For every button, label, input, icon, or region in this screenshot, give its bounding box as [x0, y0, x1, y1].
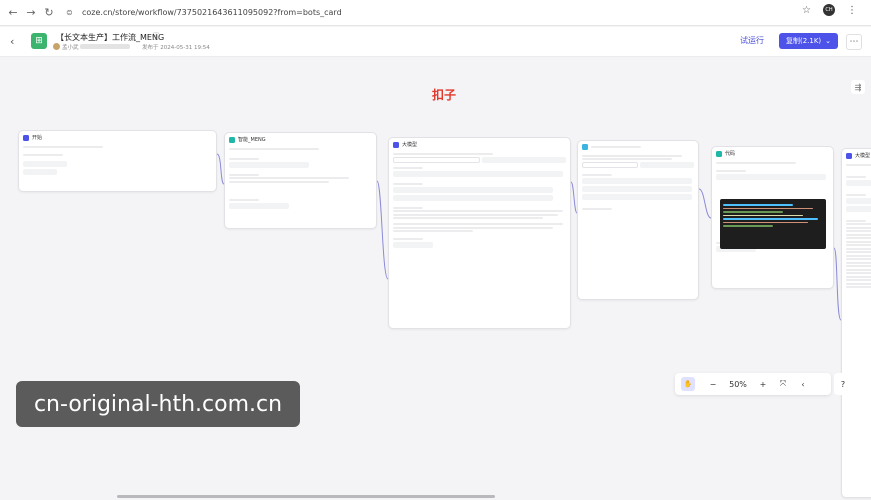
horizontal-scrollbar[interactable] [117, 495, 495, 498]
watermark: cn-original-hth.com.cn [16, 381, 300, 427]
browser-menu-icon[interactable]: ⋮ [847, 5, 857, 16]
loop-tab-b[interactable] [640, 162, 694, 168]
bookmark-star-icon[interactable]: ☆ [802, 5, 811, 16]
workflow-header: ‹ ⊞ 【长文本生产】工作流_MENG ⓘ 孟小武 发布于 2024-05-31… [0, 27, 871, 57]
node-code-title: 代码 [725, 151, 736, 157]
node-llm-2[interactable]: 大模型 [388, 137, 571, 329]
browser-toolbar: ← → ↻ ⊜ coze.cn/store/workflow/737502164… [0, 0, 871, 26]
workflow-title: 【长文本生产】工作流_MENG [56, 33, 165, 42]
node-llm-main-head: 智能_MENG [225, 133, 376, 146]
node-llm-main-title: 智能_MENG [238, 137, 266, 143]
llm2-node-icon [393, 141, 399, 148]
node-llm-2-head: 大模型 [389, 138, 570, 151]
node-llm-2-title: 大模型 [402, 142, 418, 148]
browser-profile-avatar[interactable]: CH [823, 4, 835, 16]
tab-b[interactable] [481, 156, 566, 163]
node-start-title: 开始 [32, 135, 43, 141]
node-start-head: 开始 [19, 131, 216, 144]
copy-workflow-button[interactable]: 复制(2.1K) ⌄ [779, 33, 838, 49]
edge-loop-code [698, 188, 712, 219]
browser-reload-icon[interactable]: ↻ [40, 4, 58, 22]
zoom-level[interactable]: 50% [723, 373, 753, 395]
loop-tab-a[interactable] [582, 162, 638, 168]
edge-llm-llm2 [376, 180, 389, 280]
node-end-llm[interactable]: 大模型 [841, 148, 871, 498]
back-chevron-icon[interactable]: ‹ [10, 35, 14, 48]
browser-back-icon[interactable]: ← [4, 4, 22, 22]
node-loop[interactable] [577, 140, 699, 300]
code-editor-preview [720, 199, 826, 249]
browser-forward-icon[interactable]: → [22, 4, 40, 22]
node-code-head: 代码 [712, 147, 833, 160]
node-loop-tabs [582, 162, 694, 168]
llm-node-icon [229, 136, 235, 143]
node-llm-main[interactable]: 智能_MENG [224, 132, 377, 229]
address-bar[interactable]: ⊜ coze.cn/store/workflow/737502164361109… [66, 4, 846, 22]
url-text: coze.cn/store/workflow/73750216436110950… [82, 8, 342, 17]
edge-start-llm [216, 153, 225, 185]
loop-node-icon [582, 144, 588, 150]
more-options-icon[interactable]: ⋯ [846, 34, 862, 50]
node-end-llm-head: 大模型 [842, 149, 871, 162]
edge-code-end [833, 247, 842, 321]
node-code[interactable]: 代码 [711, 146, 834, 289]
copy-button-label: 复制(2.1K) [785, 37, 822, 45]
pointer-mode-icon[interactable]: ✋ [681, 377, 695, 391]
node-start[interactable]: 开始 [18, 130, 217, 192]
chevron-down-icon: ⌄ [825, 37, 832, 45]
author-avatar [53, 43, 60, 50]
site-info-icon[interactable]: ⊜ [66, 8, 76, 18]
try-run-button[interactable]: 试运行 [740, 35, 764, 46]
node-loop-head [578, 141, 698, 153]
tab-a[interactable] [393, 156, 480, 163]
collapse-icon[interactable]: ‹ [793, 373, 813, 395]
info-icon[interactable]: ⓘ [152, 31, 160, 42]
zoom-out-icon[interactable]: − [703, 373, 723, 395]
node-end-llm-title: 大模型 [855, 153, 871, 159]
help-icon[interactable]: ? [834, 373, 852, 395]
start-node-icon [23, 134, 29, 141]
publish-time: 发布于 2024-05-31 19:54 [142, 45, 210, 51]
author-name[interactable]: 孟小武 [62, 43, 79, 51]
author-extra-blurred [80, 44, 130, 49]
zoom-toolbar: ✋ − 50% + ⤧ ‹ [675, 373, 831, 395]
fit-view-icon[interactable]: ⤧ [773, 373, 793, 395]
zoom-in-icon[interactable]: + [753, 373, 773, 395]
node-llm-2-tabs [393, 156, 566, 163]
workflow-canvas[interactable]: 扣子 ⇶ 开始 智能_MENG 大模型 代码 大模型 cn-original-h… [0, 58, 871, 500]
code-node-icon [716, 150, 722, 157]
workflow-logo-icon: ⊞ [31, 33, 47, 49]
end-llm-node-icon [846, 152, 852, 159]
